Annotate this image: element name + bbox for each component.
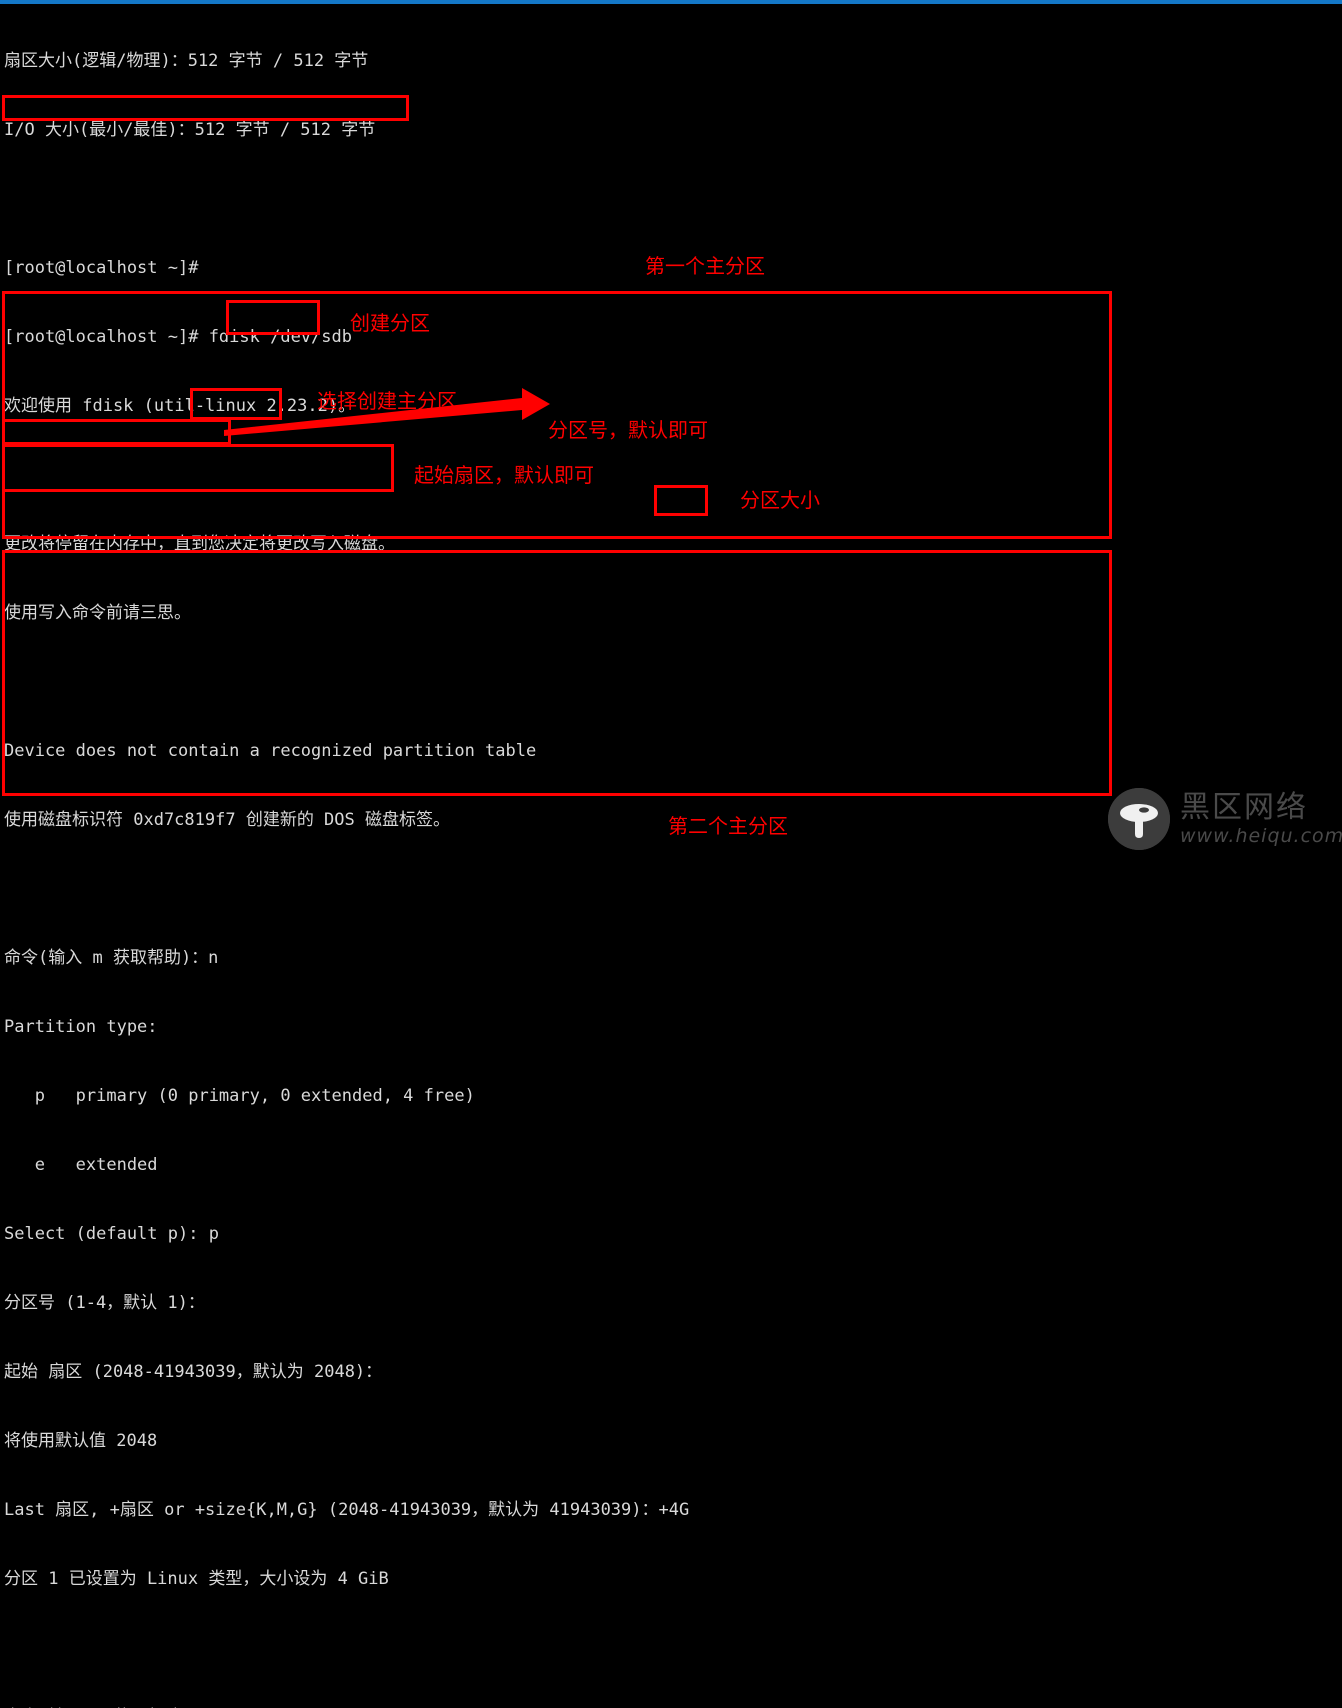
terminal-line: 扇区大小(逻辑/物理)：512 字节 / 512 字节 <box>4 51 369 71</box>
terminal-line-default-1: 将使用默认值 2048 <box>4 1431 158 1451</box>
terminal-line: 使用写入命令前请三思。 <box>4 603 191 623</box>
terminal-line-fdisk-command: [root@localhost ~]# fdisk /dev/sdb <box>4 327 352 347</box>
watermark-url: www.heiqu.com <box>1180 824 1342 847</box>
terminal-line-select-1: Select (default p): p <box>4 1224 219 1244</box>
watermark-text: 黑区网络 www.heiqu.com <box>1180 789 1342 847</box>
watermark-brand: 黑区网络 <box>1180 789 1308 825</box>
terminal-screen: 扇区大小(逻辑/物理)：512 字节 / 512 字节 I/O 大小(最小/最佳… <box>0 0 1342 1708</box>
annotation-label-first-primary-partition: 第一个主分区 <box>645 254 765 278</box>
annotation-label-second-primary-partition: 第二个主分区 <box>668 814 788 838</box>
annotation-label-partition-size: 分区大小 <box>740 488 820 512</box>
terminal-line-command-n-2: 命令(输入 m 获取帮助): n <box>0 1706 1342 1708</box>
annotation-label-partition-number-default: 分区号，默认即可 <box>548 418 708 442</box>
terminal-line-startsector-1: 起始 扇区 (2048-41943039，默认为 2048)： <box>4 1362 383 1382</box>
annotation-label-select-primary: 选择创建主分区 <box>317 389 457 413</box>
terminal-line-partnum-1: 分区号 (1-4，默认 1)： <box>4 1293 205 1313</box>
watermark: 黑区网络 www.heiqu.com <box>1108 788 1342 850</box>
annotation-label-start-sector-default: 起始扇区，默认即可 <box>414 463 594 487</box>
terminal-line-lastsector-1: Last 扇区, +扇区 or +size{K,M,G} (2048-41943… <box>4 1500 690 1520</box>
terminal-line: 欢迎使用 fdisk (util-linux 2.23.2)。 <box>4 396 356 416</box>
terminal-line-command-n-1: 命令(输入 m 获取帮助)：n <box>4 948 219 968</box>
terminal-line: Device does not contain a recognized par… <box>4 741 537 761</box>
terminal-line: 更改将停留在内存中，直到您决定将更改写入磁盘。 <box>4 534 395 554</box>
terminal-line: I/O 大小(最小/最佳)：512 字节 / 512 字节 <box>4 120 376 140</box>
terminal-line: e extended <box>4 1155 158 1175</box>
terminal-line: Partition type: <box>4 1017 158 1037</box>
terminal-line: p primary (0 primary, 0 extended, 4 free… <box>4 1086 475 1106</box>
terminal-line-result-1: 分区 1 已设置为 Linux 类型，大小设为 4 GiB <box>4 1569 389 1589</box>
annotation-label-create-partition: 创建分区 <box>350 311 430 335</box>
mushroom-logo-icon <box>1108 788 1170 850</box>
